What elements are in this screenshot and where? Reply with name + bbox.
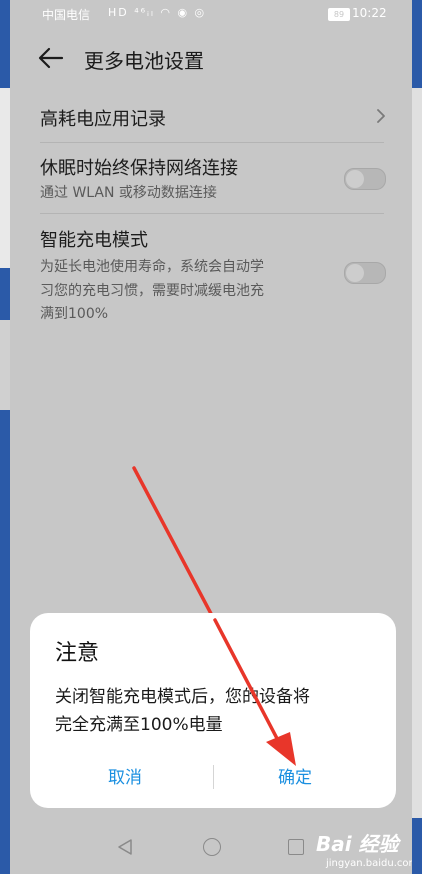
setting-label: 休眠时始终保持网络连接 xyxy=(40,158,238,179)
page-header: 更多电池设置 xyxy=(10,36,412,80)
dialog-message-line-1: 关闭智能充电模式后，您的设备将 xyxy=(55,687,310,707)
dialog-message-line-2: 完全充满至100%电量 xyxy=(55,715,223,735)
clock: 10:22 xyxy=(352,6,387,20)
cancel-button[interactable]: 取消 xyxy=(108,763,142,788)
smart-charging-toggle[interactable] xyxy=(344,262,386,284)
battery-icon: 89 xyxy=(328,8,350,21)
setting-label: 智能充电模式 xyxy=(40,230,148,251)
navigation-bar: Bai 经验 jingyan.baidu.com xyxy=(10,818,412,874)
setting-row-smart-charging[interactable]: 智能充电模式 为延长电池使用寿命，系统会自动学 习您的充电习惯，需要时减缓电池充… xyxy=(10,222,412,332)
setting-row-high-power-apps[interactable]: 高耗电应用记录 xyxy=(10,100,412,136)
toggle-knob xyxy=(346,170,364,188)
divider xyxy=(40,142,384,143)
background-app-strip-left xyxy=(0,0,10,874)
setting-description-line-2: 习您的充电习惯，需要时减缓电池充 xyxy=(40,283,264,299)
nav-home-icon[interactable] xyxy=(203,838,221,856)
signal-wifi-icons: HD ⁴⁶ᵢₗ ◠ ◉ ◎ xyxy=(108,6,207,19)
nav-back-icon[interactable] xyxy=(116,838,134,856)
setting-label: 高耗电应用记录 xyxy=(40,109,166,130)
watermark-url: jingyan.baidu.com xyxy=(326,858,412,869)
toggle-knob xyxy=(346,264,364,282)
confirm-button[interactable]: 确定 xyxy=(278,763,312,788)
chevron-right-icon xyxy=(377,109,385,123)
button-separator xyxy=(213,765,214,789)
phone-screen: 中国电信 HD ⁴⁶ᵢₗ ◠ ◉ ◎ 89 10:22 更多电池设置 高耗电应用… xyxy=(10,0,412,874)
setting-row-keep-network[interactable]: 休眠时始终保持网络连接 通过 WLAN 或移动数据连接 xyxy=(10,150,412,210)
setting-description-line-1: 为延长电池使用寿命，系统会自动学 xyxy=(40,259,264,275)
dialog-title: 注意 xyxy=(55,641,100,666)
dialog-message: 关闭智能充电模式后，您的设备将 完全充满至100%电量 xyxy=(55,683,380,739)
setting-description: 通过 WLAN 或移动数据连接 xyxy=(40,185,217,201)
background-app-strip-right xyxy=(412,0,422,874)
setting-description-line-3: 满到100% xyxy=(40,306,109,322)
confirm-dialog: 注意 关闭智能充电模式后，您的设备将 完全充满至100%电量 取消 确定 xyxy=(30,613,396,808)
page-title: 更多电池设置 xyxy=(84,49,204,73)
carrier-label: 中国电信 xyxy=(42,8,91,22)
keep-network-toggle[interactable] xyxy=(344,168,386,190)
watermark-logo: Bai 经验 xyxy=(316,832,399,856)
back-arrow-icon[interactable] xyxy=(38,46,64,70)
nav-recents-icon[interactable] xyxy=(288,839,304,855)
status-bar: 中国电信 HD ⁴⁶ᵢₗ ◠ ◉ ◎ 89 10:22 xyxy=(10,0,412,28)
divider xyxy=(40,213,384,214)
